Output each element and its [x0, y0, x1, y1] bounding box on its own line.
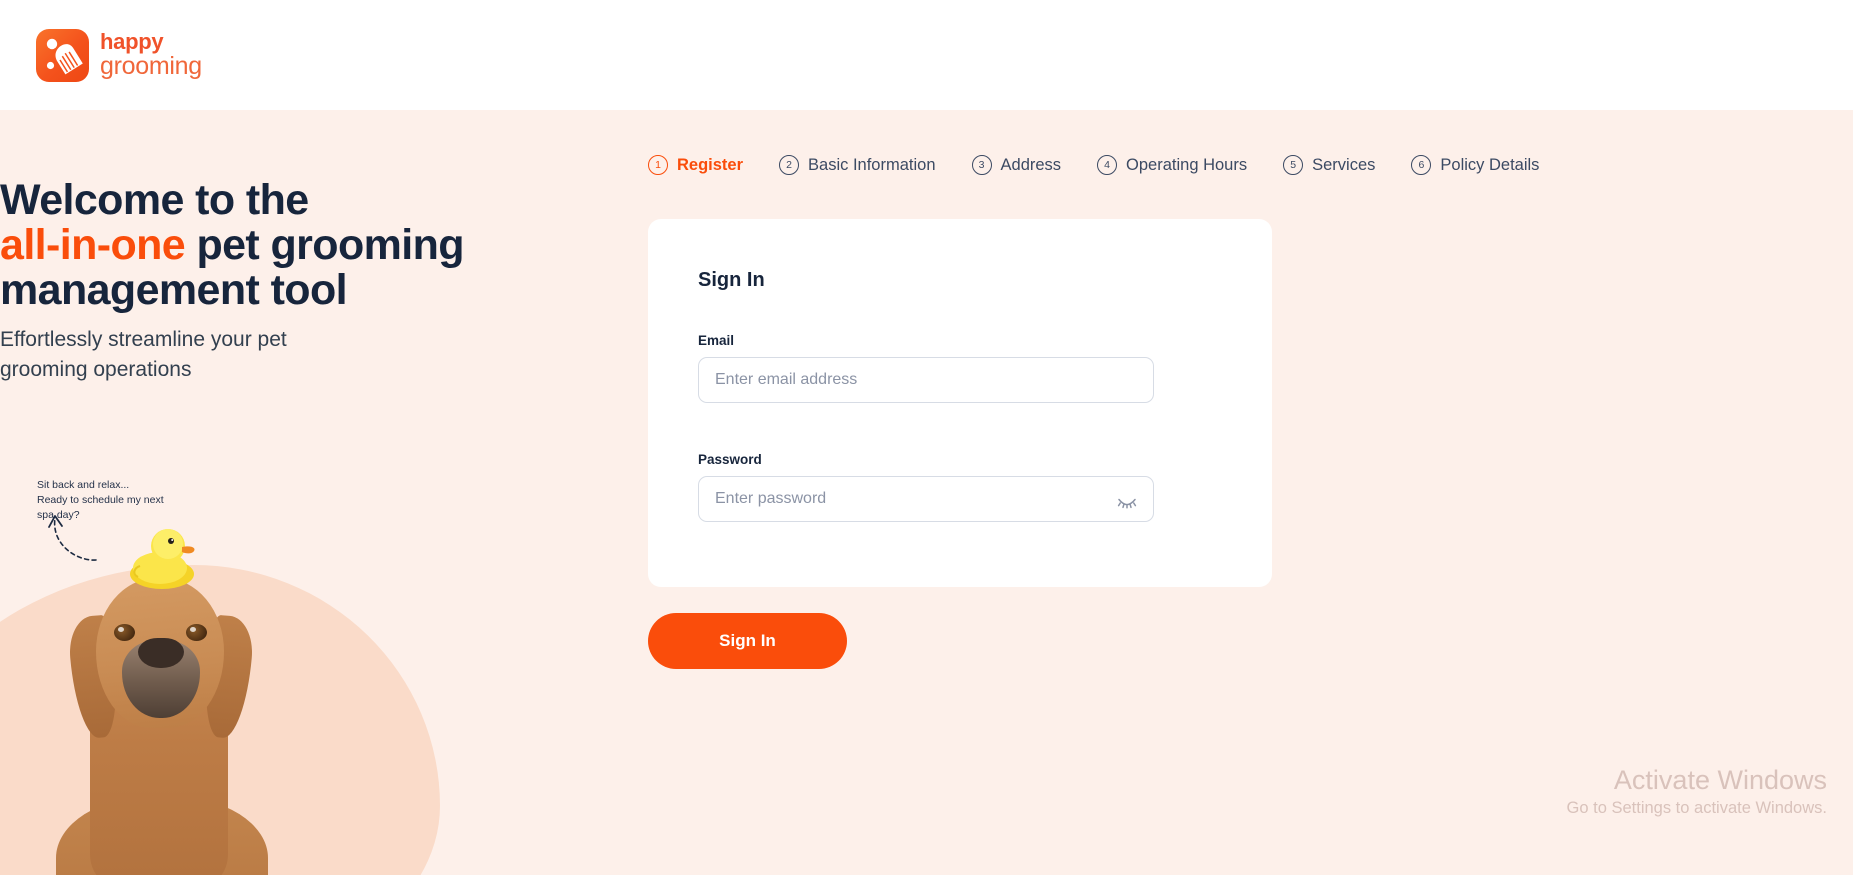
- paw-brush-icon: [36, 28, 89, 82]
- dog-illustration: [38, 520, 288, 875]
- step-number-2: 2: [779, 155, 800, 175]
- password-input[interactable]: [698, 476, 1154, 522]
- step-number-4: 4: [1097, 155, 1118, 175]
- hero-section: Welcome to the all-in-one pet grooming m…: [0, 110, 640, 875]
- stepper-step-basic-information[interactable]: 2 Basic Information: [779, 155, 936, 175]
- brand-logo[interactable]: happy grooming: [36, 28, 202, 82]
- heading-line-3: management tool: [0, 266, 348, 315]
- stepper-step-register[interactable]: 1 Register: [648, 155, 743, 175]
- stepper-step-policy-details[interactable]: 6 Policy Details: [1411, 155, 1539, 175]
- page-title: Welcome to the all-in-one pet grooming m…: [0, 176, 520, 315]
- password-label: Password: [698, 452, 762, 467]
- signin-heading: Sign In: [698, 269, 765, 291]
- signin-card: Sign In Email Password: [648, 219, 1272, 587]
- watermark-title: Activate Windows: [1613, 764, 1827, 795]
- step-number-1: 1: [648, 155, 668, 175]
- brand-line-2: grooming: [100, 51, 202, 80]
- eye-off-icon[interactable]: [1114, 488, 1140, 514]
- heading-accent: all-in-one: [0, 221, 186, 270]
- heading-line-1: Welcome to the: [0, 176, 309, 224]
- step-label-policy-details: Policy Details: [1440, 155, 1540, 174]
- step-number-3: 3: [971, 155, 992, 175]
- stepper-step-services[interactable]: 5 Services: [1283, 155, 1375, 175]
- dog-eye-left: [114, 624, 135, 641]
- rubber-duck-icon: [130, 529, 195, 589]
- signin-button[interactable]: Sign In: [648, 613, 847, 669]
- password-field-group: Password: [698, 452, 1154, 522]
- step-label-services: Services: [1312, 155, 1376, 174]
- stepper-step-address[interactable]: 3 Address: [971, 155, 1062, 175]
- step-label-register: Register: [677, 155, 744, 174]
- stepper-step-operating-hours[interactable]: 4 Operating Hours: [1097, 155, 1247, 175]
- email-label: Email: [698, 333, 735, 348]
- heading-rest: pet grooming: [185, 221, 464, 270]
- watermark-subtitle: Go to Settings to activate Windows.: [1566, 798, 1827, 817]
- brand-wordmark: happy grooming: [100, 28, 202, 80]
- step-label-basic-information: Basic Information: [808, 155, 936, 174]
- brand-line-1: happy: [100, 28, 164, 54]
- step-number-6: 6: [1411, 155, 1432, 175]
- step-label-operating-hours: Operating Hours: [1126, 155, 1248, 174]
- email-input[interactable]: [698, 357, 1154, 403]
- curved-arrow-icon: [48, 515, 97, 561]
- dog-nose: [138, 638, 184, 668]
- step-label-address: Address: [1000, 155, 1062, 174]
- app-header: happy grooming: [0, 0, 1853, 110]
- email-field-group: Email: [698, 333, 1154, 403]
- step-number-5: 5: [1283, 155, 1304, 175]
- hero-subtitle: Effortlessly streamline your pet groomin…: [0, 328, 287, 382]
- dog-eye-right: [186, 624, 207, 641]
- windows-activation-watermark: Activate Windows Go to Settings to activ…: [1567, 764, 1827, 820]
- registration-stepper: 1 Register 2 Basic Information 3 Address…: [648, 155, 1539, 175]
